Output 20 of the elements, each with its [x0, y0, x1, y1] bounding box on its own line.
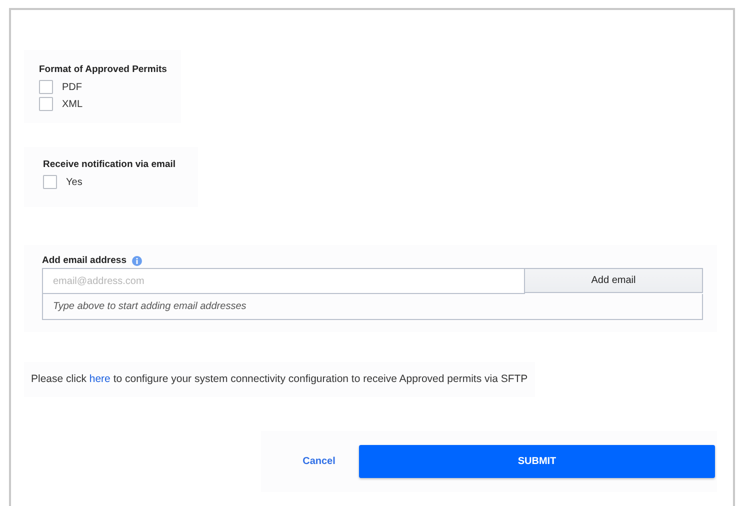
checkbox-option[interactable]: Yes: [43, 175, 176, 189]
checkbox[interactable]: [39, 80, 53, 94]
here-link[interactable]: here: [89, 373, 110, 385]
checkbox-option[interactable]: XML: [39, 97, 167, 111]
checkbox[interactable]: [39, 97, 53, 111]
field-label: Add email address: [42, 255, 126, 266]
email-input-field[interactable]: email@address.com: [42, 268, 525, 294]
checkbox-option[interactable]: PDF: [39, 80, 167, 94]
option-label: PDF: [62, 82, 82, 92]
option-label: XML: [62, 98, 83, 110]
section-title: Receive notification via email: [43, 159, 176, 170]
cancel-button[interactable]: Cancel: [279, 455, 359, 468]
submit-button[interactable]: SUBMIT: [359, 445, 715, 478]
connectivity-note: Please click here to configure your system connectivity configuration to receive Approved permits via SFTP: [31, 373, 528, 385]
checkbox[interactable]: [43, 175, 57, 189]
info-icon[interactable]: [132, 256, 142, 266]
section-title: Format of Approved Permits: [39, 64, 167, 75]
option-label: Yes: [66, 176, 82, 188]
add-email-button[interactable]: Add email: [525, 268, 703, 293]
hint-text: Type above to start adding email addresses: [42, 294, 703, 320]
